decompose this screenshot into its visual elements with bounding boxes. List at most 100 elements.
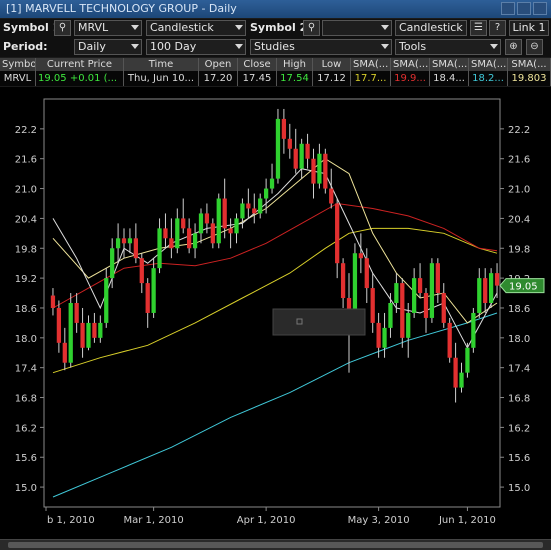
col-open[interactable]: Open: [199, 58, 238, 71]
y-tick-label-left: 21.6: [15, 155, 37, 166]
chart-type2-select[interactable]: Candlestick: [395, 20, 467, 36]
candle-up: [406, 312, 411, 338]
x-tick-label: Mar 1, 2010: [124, 515, 184, 526]
candle-down: [340, 263, 346, 299]
chart-type2-value: Candlestick: [399, 21, 463, 34]
col-sma5[interactable]: SMA(...: [508, 58, 551, 71]
candle-down: [453, 357, 458, 388]
candle-up: [110, 248, 115, 279]
candle-down: [311, 158, 316, 184]
chart-type1-value: Candlestick: [150, 21, 214, 34]
help-button[interactable]: ?: [489, 20, 506, 36]
candle-down: [62, 342, 67, 363]
menu-icon[interactable]: ☰: [470, 20, 487, 36]
zoom-in-icon[interactable]: ⊕: [505, 39, 522, 55]
symbol1-value: MRVL: [78, 21, 109, 34]
candle-up: [198, 213, 204, 234]
range-select[interactable]: 100 Day: [146, 39, 246, 55]
last-price-label: 19.05: [509, 282, 538, 293]
y-tick-label-right: 15.6: [508, 453, 530, 464]
symbol1-search-icon[interactable]: ⚲: [54, 20, 71, 36]
maximize-icon[interactable]: [517, 2, 531, 15]
y-tick-label-left: 21.0: [15, 185, 37, 196]
candle-down: [121, 238, 127, 244]
quote-header: Symbol Current Price Time Open Close Hig…: [0, 58, 551, 71]
col-sma3[interactable]: SMA(...: [430, 58, 469, 71]
candle-down: [133, 238, 138, 259]
col-high[interactable]: High: [277, 58, 313, 71]
x-tick-label: Jun 1, 2010: [438, 515, 496, 526]
quote-close: 17.45: [238, 71, 277, 86]
quote-sma3: 18.4...: [430, 71, 469, 86]
candle-down: [494, 273, 500, 286]
y-tick-label-right: 20.4: [508, 214, 530, 225]
candle-down: [376, 322, 381, 348]
candle-up: [192, 233, 198, 249]
y-tick-label-left: 16.8: [15, 394, 37, 405]
chart-type1-select[interactable]: Candlestick: [146, 20, 246, 36]
y-tick-label-right: 15.0: [508, 483, 530, 494]
candle-up: [86, 322, 91, 348]
symbol2-search-icon[interactable]: ⚲: [303, 20, 320, 36]
candle-down: [163, 228, 168, 239]
zoom-out-icon[interactable]: ⊖: [526, 39, 543, 55]
quote-price: 19.05 +0.01 (...: [36, 71, 124, 86]
period-select[interactable]: Daily: [74, 39, 142, 55]
col-low[interactable]: Low: [313, 58, 351, 71]
chevron-down-icon: [235, 44, 243, 49]
close-icon[interactable]: [533, 2, 547, 15]
symbol1-input[interactable]: MRVL: [74, 20, 142, 36]
tools-select[interactable]: Tools: [395, 39, 501, 55]
window-title: [1] MARVELL TECHNOLOGY GROUP - Daily: [6, 2, 237, 15]
candle-up: [258, 198, 263, 214]
candle-up: [429, 263, 435, 318]
candle-up: [412, 278, 417, 313]
y-tick-label-left: 16.2: [15, 423, 37, 434]
studies-value: Studies: [254, 40, 295, 53]
candle-up: [234, 218, 239, 234]
candle-down: [181, 218, 186, 229]
quote-sma2: 19.9...: [391, 71, 430, 86]
symbol-toolbar: Symbol 1: ⚲ MRVL Candlestick Symbol 2: ⚲…: [0, 19, 551, 38]
candle-down: [400, 283, 405, 338]
y-tick-label-left: 20.4: [15, 214, 37, 225]
chevron-down-icon: [235, 25, 243, 30]
candle-down: [329, 188, 334, 204]
col-current-price[interactable]: Current Price: [36, 58, 124, 71]
col-sma2[interactable]: SMA(...: [391, 58, 430, 71]
window-titlebar[interactable]: [1] MARVELL TECHNOLOGY GROUP - Daily: [0, 0, 551, 18]
chevron-down-icon: [381, 44, 389, 49]
symbol2-input[interactable]: [322, 20, 392, 36]
candle-down: [228, 228, 233, 234]
quote-row[interactable]: MRVL 19.05 +0.01 (... Thu, Jun 10... 17.…: [0, 71, 551, 86]
link-button[interactable]: Link 1: [509, 20, 549, 36]
x-tick-label: Apr 1, 2010: [237, 515, 296, 526]
col-close[interactable]: Close: [238, 58, 277, 71]
quote-open: 17.20: [199, 71, 238, 86]
col-sma1[interactable]: SMA(...: [351, 58, 391, 71]
minimize-icon[interactable]: [501, 2, 515, 15]
candle-down: [417, 278, 423, 294]
chart-canvas[interactable]: 22.2 22.2 21.6 21.6 21.0 21.0 20.4 20.4 19.8 19.8…: [0, 87, 551, 539]
col-sma4[interactable]: SMA(...: [469, 58, 508, 71]
col-time[interactable]: Time: [124, 58, 199, 71]
candle-up: [157, 228, 162, 269]
candle-down: [56, 307, 62, 343]
chart-scrollbar[interactable]: [0, 539, 551, 550]
y-tick-label-left: 17.4: [15, 364, 37, 375]
scrollbar-thumb[interactable]: [8, 542, 543, 548]
candle-up: [275, 118, 281, 179]
col-symbol[interactable]: Symbol: [0, 58, 36, 71]
candle-down: [74, 303, 79, 323]
candle-up: [388, 303, 393, 328]
candle-up: [127, 238, 133, 244]
candle-up: [104, 278, 109, 323]
candle-down: [423, 293, 429, 318]
tools-value: Tools: [399, 40, 427, 53]
quote-sma1: 17.7...: [351, 71, 391, 86]
studies-select[interactable]: Studies: [250, 39, 392, 55]
period-value: Daily: [78, 40, 106, 53]
candle-up: [240, 203, 245, 219]
price-chart[interactable]: 22.2 22.2 21.6 21.6 21.0 21.0 20.4 20.4 19.8 19.8…: [0, 87, 551, 539]
candle-up: [68, 303, 73, 363]
